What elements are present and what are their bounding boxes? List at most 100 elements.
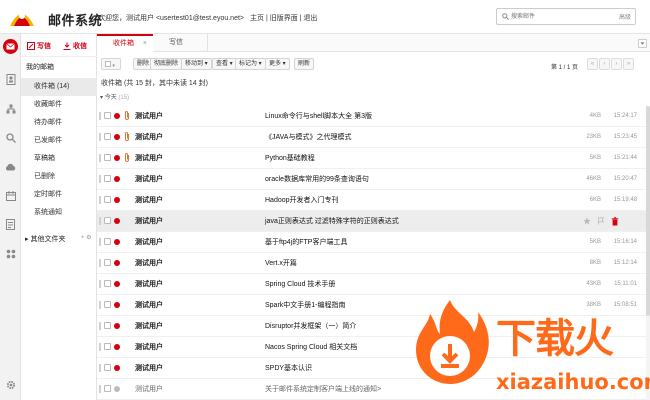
flag-icon[interactable]	[597, 217, 605, 225]
folder-todo[interactable]: 待办邮件	[21, 114, 97, 132]
permanent-delete-button[interactable]: 彻底删除	[150, 58, 183, 70]
row-checkbox[interactable]	[104, 238, 111, 245]
drag-handle[interactable]	[99, 154, 101, 162]
row-checkbox[interactable]	[104, 301, 111, 308]
select-all-checkbox[interactable]: ▾	[101, 58, 121, 70]
apps-icon[interactable]	[4, 247, 17, 260]
drag-handle[interactable]	[99, 259, 101, 267]
mail-subject: Spark中文手册1-编程指南	[265, 302, 346, 309]
advanced-search-link[interactable]: 高级	[619, 12, 631, 21]
folder-scheduled[interactable]: 定时邮件	[21, 186, 97, 204]
drag-handle[interactable]	[99, 217, 101, 225]
mail-icon[interactable]	[3, 39, 18, 54]
row-checkbox[interactable]	[104, 196, 111, 203]
row-checkbox[interactable]	[104, 112, 111, 119]
mail-row[interactable]: 测试用户 Spring Cloud 技术手册 43KB 15:11:01	[97, 274, 650, 295]
last-page-button[interactable]: »	[623, 58, 634, 70]
folder-deleted[interactable]: 已删除	[21, 168, 97, 186]
drag-handle[interactable]	[99, 364, 101, 372]
attachment-icon	[125, 111, 129, 120]
next-page-button[interactable]: ›	[611, 58, 622, 70]
row-checkbox[interactable]	[104, 322, 111, 329]
view-button[interactable]: 查看 ▾	[212, 58, 237, 70]
unread-dot-icon	[114, 260, 120, 266]
mail-row[interactable]: 测试用户 Python基础教程 5KB 15:21:44	[97, 148, 650, 169]
drag-handle[interactable]	[99, 301, 101, 309]
my-mailbox-title: 我的邮箱	[26, 64, 54, 71]
home-link[interactable]: 主页	[250, 15, 264, 22]
receive-button[interactable]: 收信	[63, 38, 87, 54]
unread-dot-icon	[114, 344, 120, 350]
folder-drafts[interactable]: 草稿箱	[21, 150, 97, 168]
first-page-button[interactable]: «	[587, 58, 598, 70]
search-input[interactable]	[511, 9, 611, 24]
old-ui-link[interactable]: 旧版界面	[270, 15, 298, 22]
move-to-button[interactable]: 移动到 ▾	[181, 58, 212, 70]
mail-subject: 基于ftp4j的FTP客户端工具	[265, 239, 348, 246]
write-button[interactable]: 写信	[27, 38, 51, 54]
drag-handle[interactable]	[99, 280, 101, 288]
folder-system-notices[interactable]: 系统通知	[21, 204, 97, 222]
settings-gear-icon[interactable]	[4, 378, 17, 391]
more-button[interactable]: 更多 ▾	[265, 58, 290, 70]
row-actions	[583, 217, 619, 226]
folder-inbox[interactable]: 收件箱 (14)	[21, 78, 97, 96]
attachment-icon	[125, 153, 129, 162]
other-folders[interactable]: ▸ 其他文件夹 + ⚙	[25, 234, 92, 244]
mail-row[interactable]: 测试用户 《JAVA与模式》之代理模式 23KB 15:23:45	[97, 127, 650, 148]
close-tab-icon[interactable]: ×	[143, 36, 147, 51]
row-checkbox[interactable]	[104, 343, 111, 350]
trash-icon[interactable]	[611, 217, 619, 226]
mail-row[interactable]: 测试用户 java正则表达式 过滤特殊字符的正则表达式	[97, 211, 650, 232]
row-checkbox[interactable]	[104, 175, 111, 182]
tab-dropdown[interactable]	[638, 39, 647, 48]
contacts-icon[interactable]	[4, 73, 17, 86]
unread-dot-icon	[114, 176, 120, 182]
folder-sent[interactable]: 已发邮件	[21, 132, 97, 150]
row-checkbox[interactable]	[104, 133, 111, 140]
row-checkbox[interactable]	[104, 280, 111, 287]
scrollbar-thumb[interactable]	[646, 106, 650, 316]
mail-row[interactable]: 测试用户 Vert.x开篇 8KB 15:12:14	[97, 253, 650, 274]
mail-row[interactable]: 测试用户 基于ftp4j的FTP客户端工具 5KB 15:16:14	[97, 232, 650, 253]
notes-icon[interactable]	[4, 218, 17, 231]
drag-handle[interactable]	[99, 322, 101, 330]
row-checkbox[interactable]	[104, 154, 111, 161]
tab-inbox[interactable]: 收件箱 ×	[97, 34, 153, 52]
mail-subject: SPDY基本认识	[265, 365, 313, 372]
drag-handle[interactable]	[99, 196, 101, 204]
mail-toolbar: ▾ 删除 彻底删除 移动到 ▾ 查看 ▾ 标记为 ▾ 更多 ▾ 刷新 第 1 /…	[97, 54, 650, 74]
folder-starred[interactable]: 收藏邮件	[21, 96, 97, 114]
mail-row[interactable]: 测试用户 oracle数据库常用的99条查询语句 46KB 15:20:47	[97, 169, 650, 190]
search-rail-icon[interactable]	[4, 131, 17, 144]
drag-handle[interactable]	[99, 343, 101, 351]
mail-row[interactable]: 测试用户 Hadoop开发者入门专刊 6KB 15:19:48	[97, 190, 650, 211]
prev-page-button[interactable]: ‹	[599, 58, 610, 70]
row-checkbox[interactable]	[104, 385, 111, 392]
mark-as-button[interactable]: 标记为 ▾	[235, 58, 266, 70]
mail-sender: 测试用户	[135, 323, 163, 330]
drag-handle[interactable]	[99, 112, 101, 120]
refresh-button[interactable]: 刷新	[294, 58, 315, 70]
row-checkbox[interactable]	[104, 259, 111, 266]
star-icon[interactable]	[583, 217, 591, 225]
group-header-today[interactable]: ▾ 今天 (15)	[97, 92, 650, 104]
cloud-icon[interactable]	[4, 160, 17, 173]
drag-handle[interactable]	[99, 175, 101, 183]
mail-size: 46KB	[586, 176, 601, 182]
drag-handle[interactable]	[99, 133, 101, 141]
row-checkbox[interactable]	[104, 217, 111, 224]
logout-link[interactable]: 退出	[303, 15, 317, 22]
mail-row[interactable]: 测试用户 Linux命令行与shell脚本大全 第3版 4KB 15:24:17	[97, 106, 650, 127]
tab-compose[interactable]: 写信	[153, 34, 208, 52]
chevron-down-icon	[640, 42, 645, 45]
folder-controls[interactable]: + ⚙	[81, 234, 92, 241]
drag-handle[interactable]	[99, 385, 101, 393]
mail-size: 4KB	[589, 113, 601, 119]
row-checkbox[interactable]	[104, 364, 111, 371]
mail-subject: Hadoop开发者入门专刊	[265, 197, 339, 204]
scrollbar[interactable]	[646, 106, 650, 400]
drag-handle[interactable]	[99, 238, 101, 246]
calendar-icon[interactable]	[4, 189, 17, 202]
org-chart-icon[interactable]	[4, 102, 17, 115]
